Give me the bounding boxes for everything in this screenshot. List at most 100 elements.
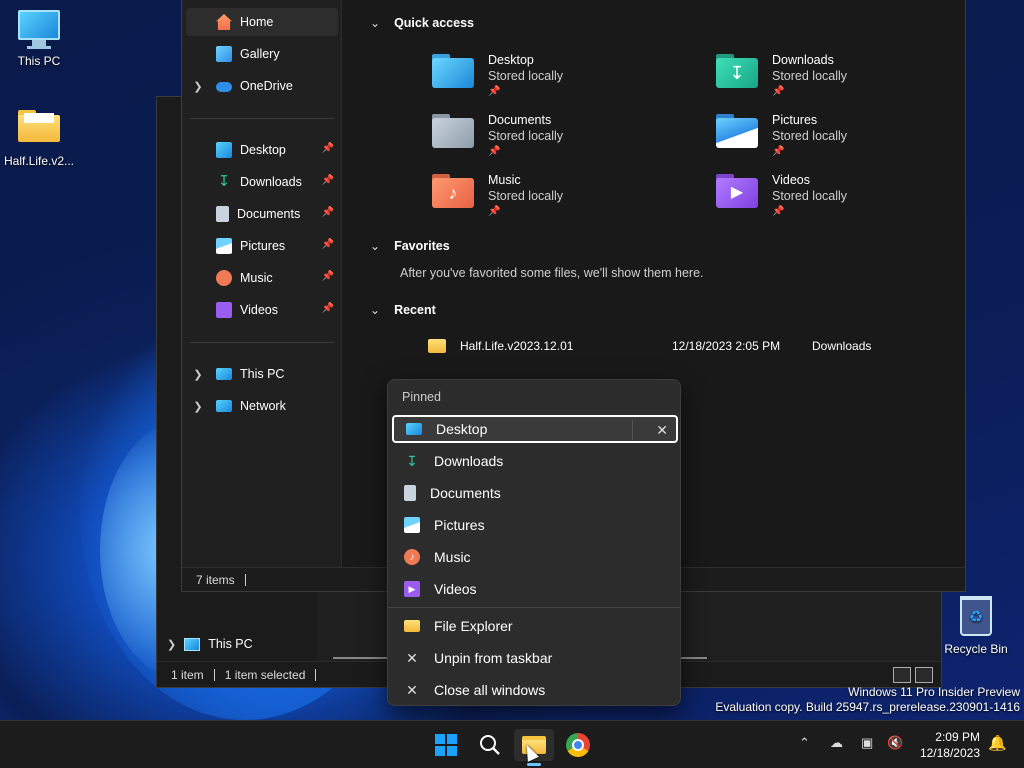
monitor-icon — [184, 637, 201, 651]
details-view-icon[interactable] — [893, 667, 911, 683]
jump-item-label: Downloads — [434, 453, 504, 469]
chevron-down-icon[interactable]: ⌄ — [370, 16, 380, 30]
taskbar-clock[interactable]: 2:09 PM 12/18/2023 — [920, 729, 980, 761]
pin-icon: 📌 — [772, 86, 785, 97]
chevron-up-icon[interactable]: ⌃ — [799, 735, 810, 751]
recent-file-row[interactable]: Half.Life.v2023.12.01 12/18/2023 2:05 PM… — [428, 336, 948, 356]
chevron-right-icon[interactable]: ❯ — [167, 638, 176, 651]
pin-icon[interactable]: 📌 — [322, 207, 334, 218]
volume-icon[interactable]: 🔇 — [887, 735, 903, 751]
folder-icon — [428, 339, 446, 353]
watermark-line: Windows 11 Pro Insider Preview — [848, 685, 1020, 699]
status-item-count: 7 items — [196, 572, 235, 587]
section-favorites[interactable]: ⌄ Favorites — [370, 239, 450, 253]
nav-label: Desktop — [240, 143, 286, 157]
item-sub: Stored locally — [772, 129, 848, 143]
monitor-icon — [17, 10, 61, 50]
item-sub: Stored locally — [488, 69, 564, 83]
quick-access-item-videos[interactable]: ▶ Videos Stored locally 📌 — [714, 172, 974, 228]
notification-bell-icon[interactable]: 🔔 — [988, 734, 1007, 752]
desktop-icon-recycle-bin[interactable]: ♻ Recycle Bin — [938, 596, 1014, 656]
jump-action-unpin[interactable]: ✕ Unpin from taskbar — [392, 644, 678, 672]
videos-icon — [216, 302, 232, 318]
pin-icon: 📌 — [488, 206, 501, 217]
section-recent[interactable]: ⌄ Recent — [370, 303, 436, 317]
nav-item-network[interactable]: ❯ Network — [186, 392, 338, 420]
onedrive-icon[interactable]: ☁ — [830, 735, 843, 751]
quick-access-item-documents[interactable]: Documents Stored locally 📌 — [430, 112, 690, 168]
quick-access-item-music[interactable]: ♪ Music Stored locally 📌 — [430, 172, 690, 228]
desktop-icon-this-pc[interactable]: This PC — [0, 10, 78, 68]
folder-icon — [17, 110, 61, 150]
file-explorer-icon — [404, 620, 420, 632]
nav-item-desktop[interactable]: Desktop 📌 — [186, 136, 338, 164]
item-sub: Stored locally — [772, 189, 848, 203]
pin-icon: 📌 — [772, 146, 785, 157]
nav-item-home[interactable]: Home — [186, 8, 338, 36]
videos-folder-icon: ▶ — [714, 172, 760, 212]
desktop-icon-half-life[interactable]: Half.Life.v2... — [0, 106, 78, 168]
nav-item-gallery[interactable]: Gallery — [186, 40, 338, 68]
chevron-down-icon[interactable]: ⌄ — [370, 303, 380, 317]
taskbar: ⌃ ☁ ▣ 🔇 2:09 PM 12/18/2023 🔔 — [0, 720, 1024, 768]
jump-item-videos[interactable]: ▶ Videos — [392, 575, 678, 603]
status-selected-count: 1 item selected — [224, 667, 306, 682]
chevron-right-icon[interactable]: ❯ — [186, 368, 210, 381]
desktop-icon-label: Recycle Bin — [944, 642, 1008, 656]
quick-access-item-pictures[interactable]: Pictures Stored locally 📌 — [714, 112, 974, 168]
search-icon — [480, 735, 500, 755]
pictures-folder-icon — [714, 112, 760, 152]
unpin-icon[interactable]: ✕ — [632, 420, 668, 440]
downloads-folder-icon: ↧ — [714, 52, 760, 92]
nav-item-documents[interactable]: Documents 📌 — [186, 200, 338, 228]
item-name: Pictures — [772, 113, 818, 127]
jump-item-desktop[interactable]: Desktop ✕ — [392, 415, 678, 443]
jump-action-close-all[interactable]: ✕ Close all windows — [392, 676, 678, 704]
nav-item-music[interactable]: Music 📌 — [186, 264, 338, 292]
chevron-right-icon[interactable]: ❯ — [186, 400, 210, 413]
chevron-right-icon[interactable]: ❯ — [186, 80, 210, 93]
nav-divider — [190, 118, 334, 119]
status-item-count: 1 item — [171, 667, 204, 682]
jump-item-label: File Explorer — [434, 618, 513, 634]
nav-label: Home — [240, 15, 274, 29]
nav-item-downloads[interactable]: ↧ Downloads 📌 — [186, 168, 338, 196]
jump-item-downloads[interactable]: ↧ Downloads — [392, 447, 678, 475]
pin-icon[interactable]: 📌 — [322, 175, 334, 186]
nav-item-this-pc[interactable]: ❯ This PC — [186, 360, 338, 388]
desktop-icon-label: This PC — [17, 54, 61, 68]
nav-label: Videos — [240, 303, 278, 317]
item-name: Documents — [488, 113, 552, 127]
clock-date: 12/18/2023 — [919, 746, 980, 760]
jump-item-pictures[interactable]: Pictures — [392, 511, 678, 539]
search-button[interactable] — [474, 729, 506, 761]
unpin-icon: ✕ — [406, 649, 418, 666]
pin-icon[interactable]: 📌 — [322, 303, 334, 314]
item-name: Desktop — [488, 53, 534, 67]
nav-label: Pictures — [240, 239, 286, 253]
quick-access-item-downloads[interactable]: ↧ Downloads Stored locally 📌 — [714, 52, 974, 108]
desktop-folder-icon — [216, 142, 232, 158]
desktop-folder-icon — [430, 52, 476, 92]
section-quick-access[interactable]: ⌄ Quick access — [370, 16, 474, 30]
item-sub: Stored locally — [488, 189, 564, 203]
jump-item-documents[interactable]: Documents — [392, 479, 678, 507]
back-nav-item-this-pc[interactable]: ❯ This PC — [167, 637, 253, 651]
tiles-view-icon[interactable] — [915, 667, 933, 683]
chevron-down-icon[interactable]: ⌄ — [370, 239, 380, 253]
pin-icon[interactable]: 📌 — [322, 271, 334, 282]
jump-item-music[interactable]: ♪ Music — [392, 543, 678, 571]
pin-icon[interactable]: 📌 — [322, 239, 334, 250]
jump-action-file-explorer[interactable]: File Explorer — [392, 612, 678, 640]
nav-item-onedrive[interactable]: ❯ OneDrive — [186, 72, 338, 100]
item-sub: Stored locally — [772, 69, 848, 83]
pin-icon[interactable]: 📌 — [322, 143, 334, 154]
start-button[interactable] — [430, 729, 462, 761]
taskbar-chrome[interactable] — [562, 729, 594, 761]
nav-item-pictures[interactable]: Pictures 📌 — [186, 232, 338, 260]
network-icon[interactable]: ▣ — [861, 735, 873, 751]
nav-item-videos[interactable]: Videos 📌 — [186, 296, 338, 324]
cloud-icon — [216, 82, 232, 92]
quick-access-item-desktop[interactable]: Desktop Stored locally 📌 — [430, 52, 690, 108]
section-title: Recent — [394, 303, 436, 317]
